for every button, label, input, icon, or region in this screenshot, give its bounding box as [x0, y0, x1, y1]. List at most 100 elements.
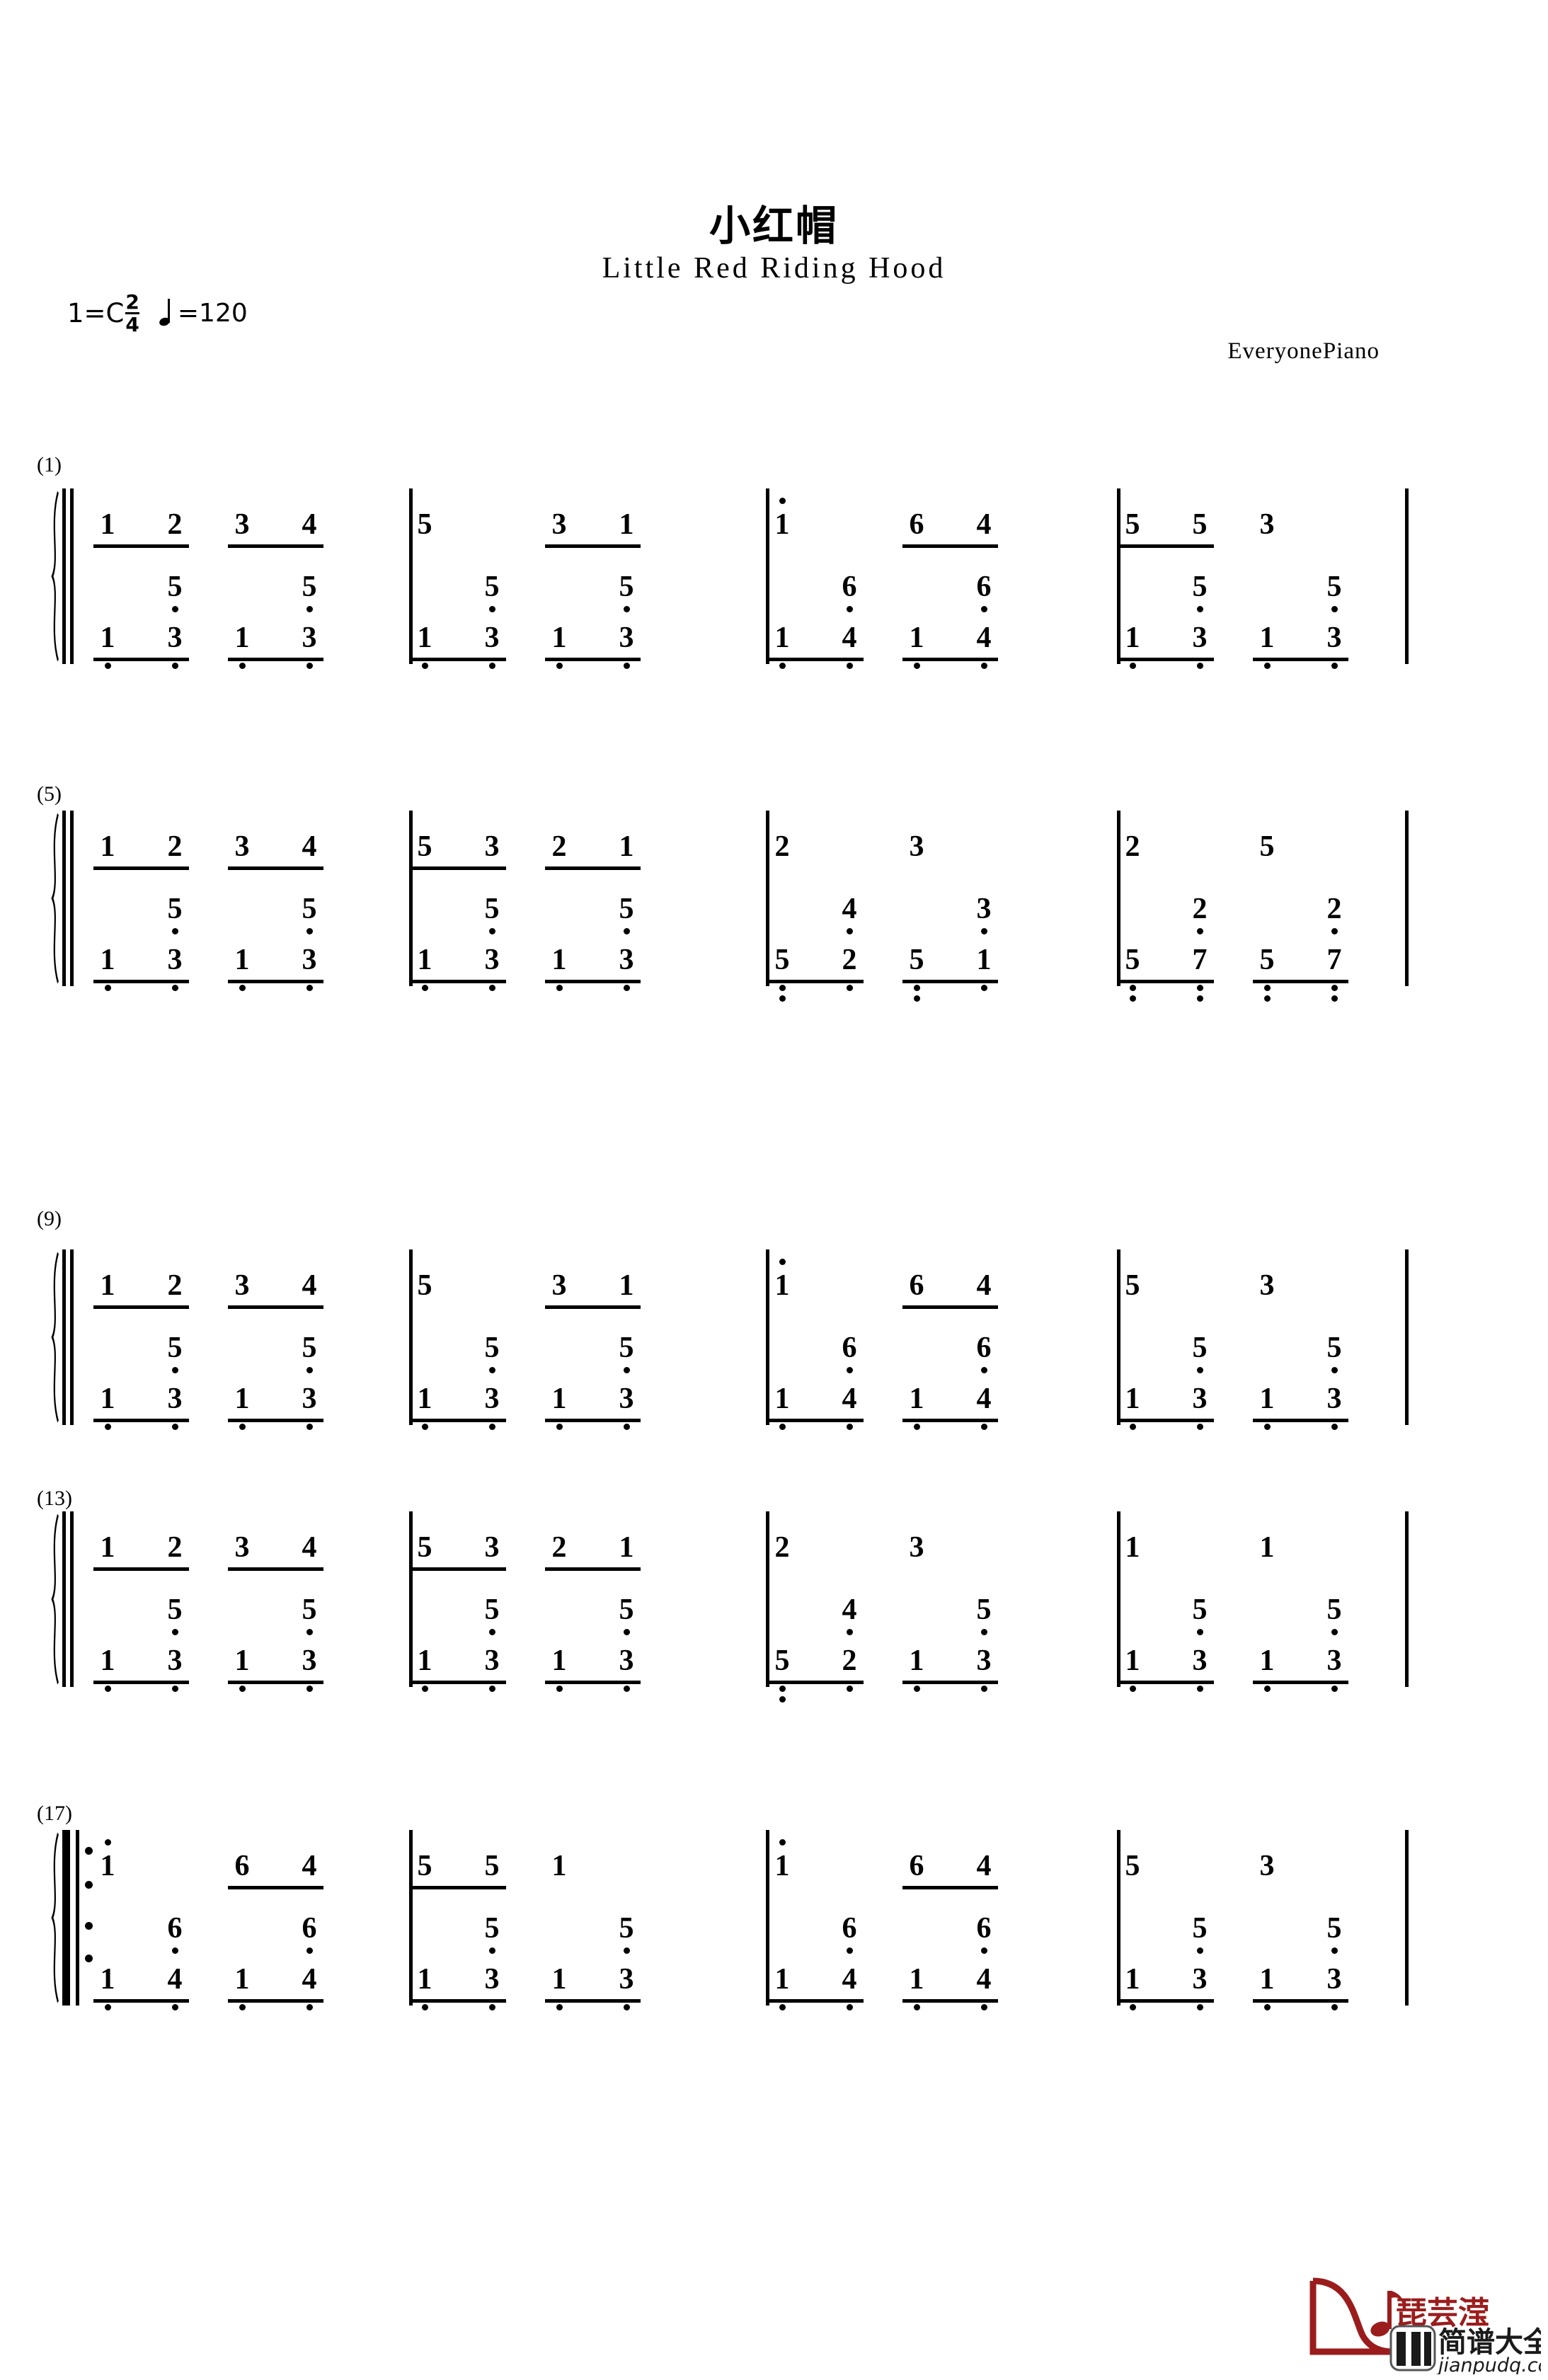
bass-beam	[545, 1681, 641, 1684]
octave-down-dot	[1197, 1629, 1203, 1635]
system-brace	[44, 488, 62, 664]
start-barline	[70, 1511, 74, 1687]
bass-chord-tone: 6	[976, 1332, 992, 1364]
octave-down-dot	[239, 985, 246, 991]
bass-beam	[1253, 980, 1348, 983]
bass-beam	[902, 980, 998, 983]
octave-down-dot	[306, 1629, 313, 1635]
octave-down-dot	[914, 1424, 920, 1430]
barline	[766, 1511, 769, 1687]
note-beam	[228, 1886, 323, 1889]
octave-down-dot	[779, 995, 786, 1002]
bass-beam	[93, 1681, 189, 1684]
octave-down-dot	[489, 1424, 495, 1430]
octave-down-dot	[1264, 1424, 1271, 1430]
bass-chord-tone: 5	[619, 1912, 634, 1945]
melody-note: 5	[1259, 830, 1275, 863]
bass-chord-tone: 5	[302, 1332, 317, 1364]
octave-down-dot	[624, 2004, 630, 2010]
bass-beam	[902, 1999, 998, 2003]
octave-down-dot	[914, 2004, 920, 2010]
octave-up-dot	[779, 1259, 786, 1265]
melody-note: 3	[909, 830, 924, 863]
melody-note: 2	[167, 508, 183, 541]
barline	[1117, 1249, 1120, 1425]
octave-down-dot	[489, 663, 495, 669]
bass-beam	[228, 1419, 323, 1422]
octave-down-dot	[105, 985, 111, 991]
bass-note: 1	[1125, 1644, 1140, 1677]
octave-down-dot	[239, 663, 246, 669]
bass-note: 1	[417, 1644, 432, 1677]
barline	[1405, 488, 1409, 664]
octave-down-dot	[847, 928, 853, 934]
melody-note: 3	[484, 830, 500, 863]
bass-beam	[768, 658, 864, 661]
barline	[1405, 811, 1409, 986]
octave-down-dot	[105, 663, 111, 669]
octave-down-dot	[489, 1686, 495, 1692]
octave-down-dot	[981, 985, 987, 991]
note-beam	[545, 1305, 641, 1309]
bass-beam	[411, 1999, 506, 2003]
melody-note: 6	[909, 1850, 924, 1882]
note-beam	[228, 866, 323, 870]
octave-down-dot	[1331, 663, 1338, 669]
bass-beam	[93, 658, 189, 661]
octave-down-dot	[1197, 1947, 1203, 1954]
octave-down-dot	[624, 663, 630, 669]
repeat-dot	[85, 1922, 93, 1930]
octave-down-dot	[306, 1947, 313, 1954]
octave-down-dot	[422, 2004, 428, 2010]
octave-down-dot	[1331, 1947, 1338, 1954]
melody-note: 5	[484, 1850, 500, 1882]
octave-down-dot	[1130, 1424, 1136, 1430]
bass-note: 1	[909, 1963, 924, 1996]
octave-down-dot	[1197, 1424, 1203, 1430]
bass-chord-tone: 5	[619, 893, 634, 925]
bass-note: 1	[551, 1963, 567, 1996]
bass-note: 3	[619, 1963, 634, 1996]
octave-down-dot	[1130, 985, 1136, 991]
octave-up-dot	[779, 498, 786, 504]
bass-chord-tone: 6	[976, 571, 992, 603]
octave-down-dot	[1331, 1686, 1338, 1692]
bass-note: 1	[551, 1644, 567, 1677]
melody-note: 2	[551, 830, 567, 863]
melody-note: 3	[551, 1269, 567, 1302]
bass-note: 3	[302, 622, 317, 654]
measure-number-label: (9)	[37, 1207, 62, 1230]
barline	[1405, 1830, 1409, 2006]
bass-chord-tone: 5	[1192, 1594, 1208, 1626]
bass-chord-tone: 5	[619, 571, 634, 603]
bass-beam	[768, 1999, 864, 2003]
octave-down-dot	[1331, 606, 1338, 612]
octave-down-dot	[981, 928, 987, 934]
bass-chord-tone: 6	[842, 1912, 857, 1945]
octave-down-dot	[1264, 985, 1271, 991]
bass-note: 3	[484, 622, 500, 654]
bass-note: 1	[774, 622, 790, 654]
bass-note: 4	[976, 1383, 992, 1415]
bass-chord-tone: 5	[484, 893, 500, 925]
octave-up-dot	[105, 1839, 111, 1846]
bass-chord-tone: 6	[167, 1912, 183, 1945]
melody-note: 4	[976, 1269, 992, 1302]
bass-chord-tone: 5	[1192, 571, 1208, 603]
bass-chord-tone: 2	[1326, 893, 1342, 925]
measure-number-label: (17)	[37, 1802, 72, 1825]
melody-note: 1	[619, 508, 634, 541]
octave-down-dot	[172, 1424, 178, 1430]
bass-beam	[1118, 1681, 1214, 1684]
octave-down-dot	[1130, 1686, 1136, 1692]
bass-note: 7	[1192, 944, 1208, 976]
octave-down-dot	[489, 928, 495, 934]
bass-beam	[411, 1681, 506, 1684]
bass-note: 3	[167, 1644, 183, 1677]
octave-down-dot	[1197, 1686, 1203, 1692]
bass-note: 1	[234, 1383, 250, 1415]
octave-down-dot	[1264, 1686, 1271, 1692]
octave-down-dot	[779, 1424, 786, 1430]
octave-down-dot	[556, 1686, 563, 1692]
melody-note: 1	[774, 508, 790, 541]
